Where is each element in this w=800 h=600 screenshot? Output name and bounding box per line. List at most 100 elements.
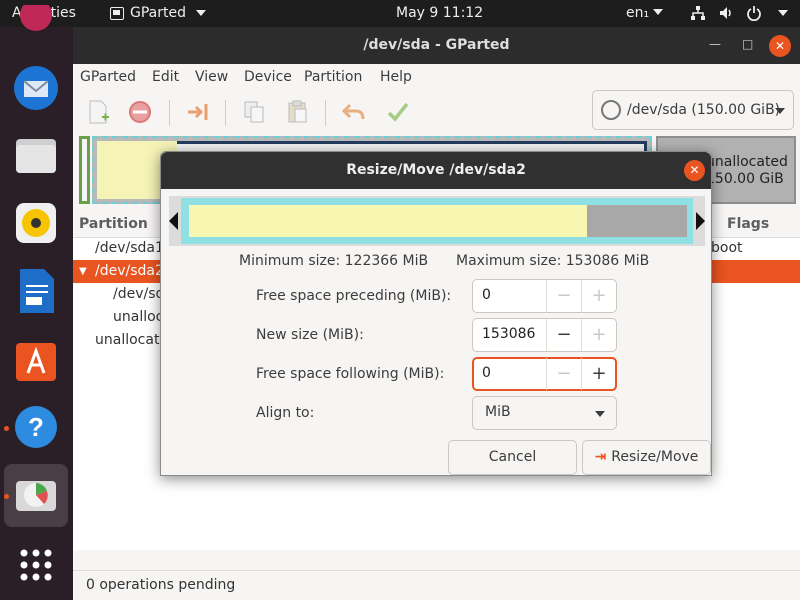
dock-gparted[interactable] [12, 471, 60, 519]
increment-button[interactable]: + [581, 319, 616, 351]
chevron-down-icon [653, 9, 664, 15]
free-space-preceding-spinner[interactable]: 0 − + [472, 279, 617, 313]
status-text: 0 operations pending [86, 577, 236, 593]
decrement-button[interactable]: − [546, 319, 581, 351]
status-bar: 0 operations pending [73, 570, 800, 600]
dialog-title: Resize/Move /dev/sda2 [346, 162, 526, 178]
align-to-label: Align to: [256, 405, 315, 421]
writer-icon [20, 269, 54, 313]
dialog-titlebar[interactable]: Resize/Move /dev/sda2 ✕ [161, 152, 711, 189]
chevron-down-icon [595, 411, 605, 417]
running-indicator [4, 494, 9, 499]
minimum-size-label: Minimum size: 122366 MiB [239, 253, 429, 269]
partition-name: /dev/sda1 [95, 240, 164, 256]
resize-move-icon[interactable] [185, 99, 211, 125]
menu-device[interactable]: Device [244, 69, 292, 85]
input-language-label: en₁ [626, 5, 650, 21]
increment-button[interactable]: + [581, 280, 616, 312]
thunderbird-icon [14, 66, 58, 110]
gparted-app-icon [110, 6, 124, 20]
close-icon[interactable]: ✕ [684, 160, 705, 181]
menu-edit[interactable]: Edit [152, 69, 179, 85]
free-space-following-input[interactable]: 0 [482, 365, 491, 381]
partition-flags: boot [711, 240, 743, 256]
running-indicator [4, 426, 9, 431]
new-size-input[interactable]: 153086 [482, 326, 535, 342]
copy-icon[interactable] [241, 99, 267, 125]
column-flags[interactable]: Flags [727, 216, 769, 232]
dock-help[interactable]: ? [12, 403, 60, 451]
help-icon: ? [15, 406, 57, 448]
partition-name: /dev/sda2 [95, 263, 164, 279]
clock[interactable]: May 9 11:12 [396, 5, 483, 21]
align-to-dropdown[interactable]: MiB [472, 396, 617, 430]
align-to-value: MiB [485, 404, 511, 420]
column-partition[interactable]: Partition [79, 216, 148, 232]
apply-icon[interactable] [385, 99, 411, 125]
paste-icon[interactable] [284, 99, 310, 125]
free-space-following-label: Free space following (MiB): [256, 366, 445, 382]
delete-icon[interactable] [127, 99, 153, 125]
minimize-icon[interactable]: — [709, 37, 721, 51]
increment-button[interactable]: + [581, 358, 616, 390]
dock-thunderbird[interactable] [12, 64, 60, 112]
system-menu[interactable] [690, 5, 788, 21]
resize-right-handle-icon[interactable] [696, 212, 705, 230]
decrement-button[interactable]: − [546, 280, 581, 312]
menu-partition[interactable]: Partition [304, 69, 362, 85]
dock-item-partial[interactable] [12, 0, 60, 53]
app-icon [20, 0, 52, 31]
dock-files[interactable] [12, 131, 60, 179]
partition-resizer [169, 196, 705, 246]
resize-move-button[interactable]: ⇥ Resize/Move [582, 440, 711, 475]
dock-writer[interactable] [12, 267, 60, 315]
diskmap-sda1[interactable] [79, 136, 90, 204]
input-language-menu[interactable]: en₁ [626, 5, 664, 21]
resize-left-handle-icon[interactable] [169, 212, 178, 230]
undo-icon[interactable] [341, 99, 367, 125]
rhythmbox-icon [16, 203, 56, 243]
resizer-frame[interactable] [181, 198, 693, 244]
dock-show-apps[interactable] [12, 543, 60, 591]
free-space-following-spinner[interactable]: 0 − + [472, 357, 617, 391]
diskmap-unallocated-label: unallocated [706, 154, 788, 170]
svg-text:?: ? [28, 412, 44, 442]
diskmap-unallocated-size: 150.00 GiB [706, 171, 784, 187]
menu-view[interactable]: View [195, 69, 228, 85]
resize-move-icon: ⇥ [594, 449, 607, 465]
maximize-icon[interactable]: □ [742, 37, 753, 51]
volume-icon [720, 7, 731, 19]
dock-rhythmbox[interactable] [12, 199, 60, 247]
resizer-used-space [189, 205, 587, 237]
maximum-size-label: Maximum size: 153086 MiB [456, 253, 650, 269]
free-space-preceding-input[interactable]: 0 [482, 287, 491, 303]
menu-help[interactable]: Help [380, 69, 412, 85]
close-icon[interactable]: ✕ [769, 35, 791, 57]
chevron-down-icon [778, 10, 788, 16]
menu-bar: GParted Edit View Device Partition Help [73, 64, 800, 90]
decrement-button[interactable]: − [546, 358, 581, 390]
toolbar-separator [169, 100, 170, 126]
free-space-preceding-label: Free space preceding (MiB): [256, 288, 452, 304]
app-menu[interactable]: GParted [110, 5, 206, 21]
chevron-down-icon [196, 10, 206, 16]
toolbar-separator [325, 100, 326, 126]
resize-move-dialog: Resize/Move /dev/sda2 ✕ Minimum size: 12… [160, 151, 712, 476]
dock-software[interactable] [12, 335, 60, 383]
disk-icon [601, 100, 621, 120]
resizer-partition-bar[interactable] [189, 205, 687, 237]
power-icon [747, 6, 761, 21]
new-size-spinner[interactable]: 153086 − + [472, 318, 617, 352]
new-size-label: New size (MiB): [256, 327, 364, 343]
menu-gparted[interactable]: GParted [80, 69, 136, 85]
software-store-icon [16, 343, 56, 381]
cancel-button[interactable]: Cancel [448, 440, 577, 475]
top-bar: Activities GParted May 9 11:12 en₁ [0, 0, 800, 27]
expander-icon[interactable]: ▼ [79, 266, 87, 277]
app-grid-icon [20, 549, 52, 581]
new-partition-icon[interactable] [85, 99, 111, 125]
window-titlebar[interactable]: /dev/sda - GParted — □ ✕ [73, 27, 800, 64]
resize-move-button-label: Resize/Move [611, 449, 699, 465]
device-selector[interactable]: /dev/sda (150.00 GiB) [592, 90, 794, 130]
window-title: /dev/sda - GParted [363, 37, 510, 53]
